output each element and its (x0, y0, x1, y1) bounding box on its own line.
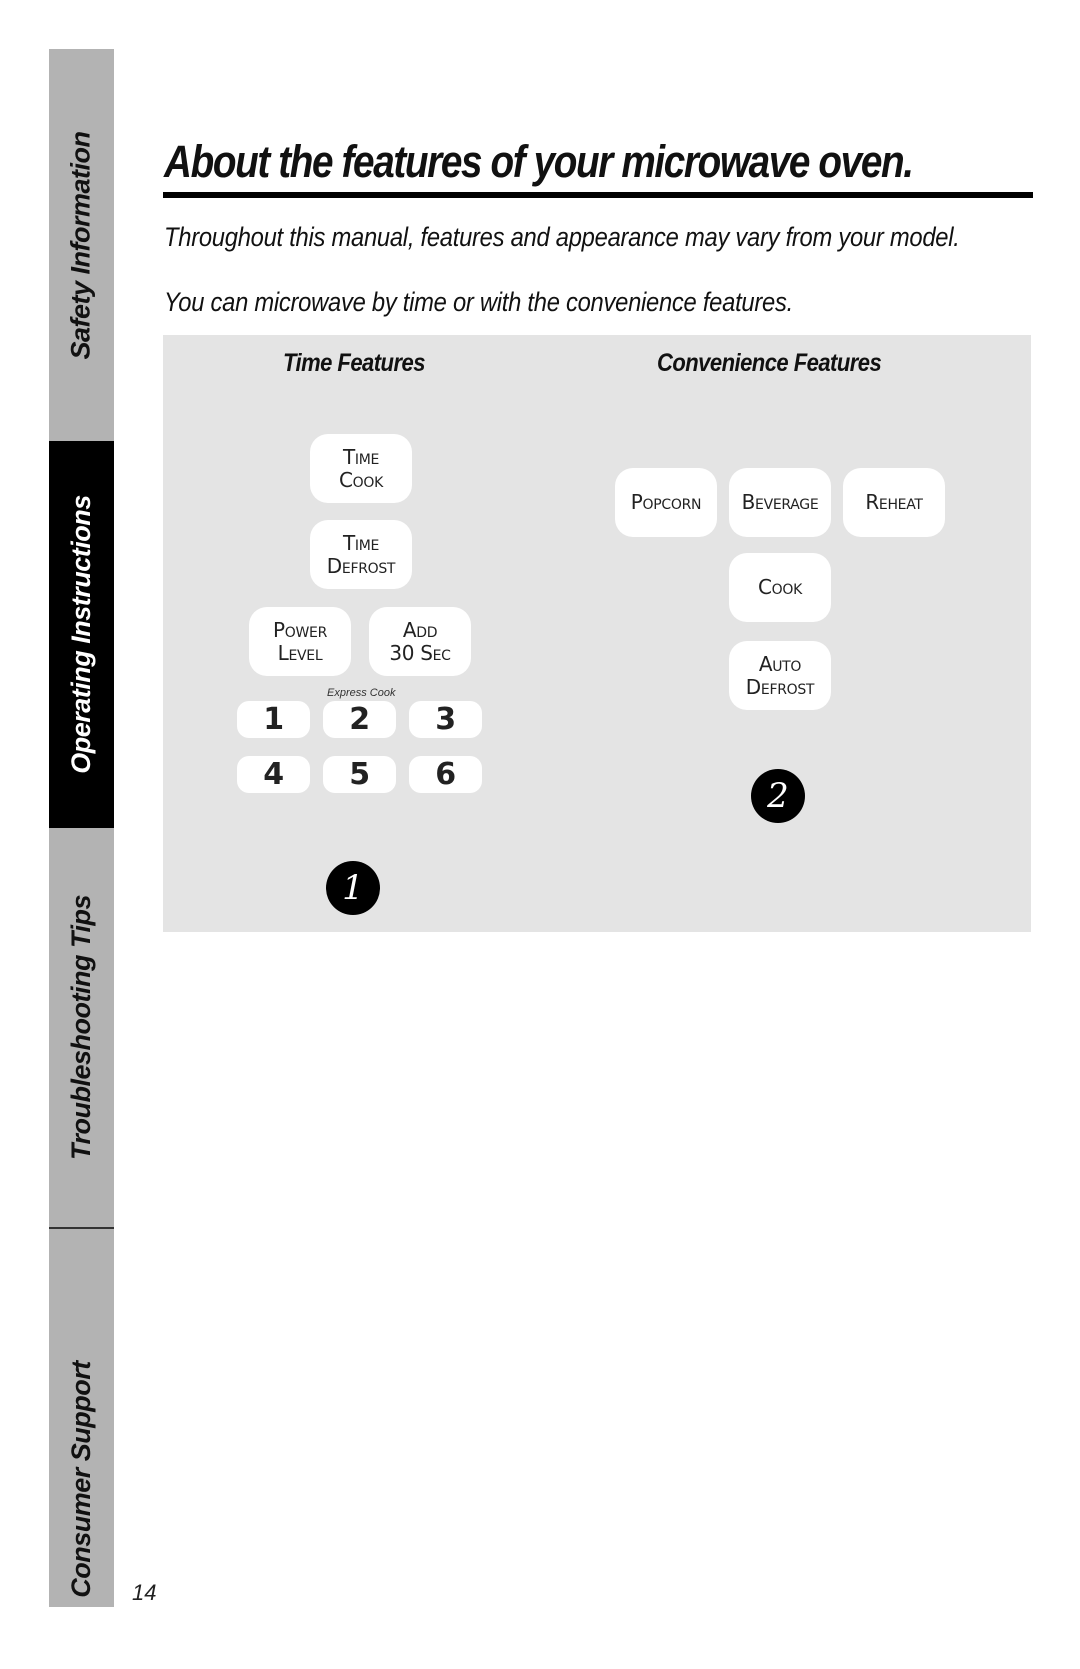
page-title: About the features of your microwave ove… (164, 136, 914, 187)
number-key-5[interactable]: 5 (323, 756, 396, 793)
reheat-button[interactable]: Reheat (843, 468, 945, 537)
intro-text-variation: Throughout this manual, features and app… (164, 222, 960, 252)
button-label-line: Cook (758, 575, 802, 599)
button-label-line: Reheat (865, 490, 923, 514)
button-label-line: Power (273, 617, 327, 642)
time-features-heading: Time Features (283, 349, 425, 377)
number-key-2[interactable]: 2 (323, 701, 396, 738)
sidebar-tab-label: Troubleshooting Tips (66, 894, 96, 1160)
auto-defrost-button[interactable]: Auto Defrost (729, 641, 831, 710)
button-label-line: Cook (339, 467, 383, 492)
button-label-line: Level (277, 640, 323, 665)
express-cook-label: Express Cook (327, 687, 396, 699)
number-key-3[interactable]: 3 (409, 701, 482, 738)
number-key-6[interactable]: 6 (409, 756, 482, 793)
beverage-button[interactable]: Beverage (729, 468, 831, 537)
time-cook-button[interactable]: Time Cook (310, 434, 412, 503)
callout-number-1-icon: 1 (326, 861, 380, 915)
convenience-features-heading: Convenience Features (657, 349, 882, 377)
sidebar-tab-safety-information[interactable]: Safety Information (49, 49, 114, 441)
title-divider (163, 192, 1033, 198)
sidebar-tab-label: Consumer Support (66, 1360, 97, 1598)
sidebar-tab-consumer-support[interactable]: Consumer Support (49, 1227, 114, 1609)
time-defrost-button[interactable]: Time Defrost (310, 520, 412, 589)
sidebar-tab-label: Operating Instructions (66, 495, 96, 774)
number-key-4[interactable]: 4 (237, 756, 310, 793)
page-number: 14 (132, 1580, 157, 1605)
button-label-line: Time (342, 530, 380, 555)
button-label-line: Add (402, 617, 438, 642)
button-label-line: Beverage (741, 490, 819, 514)
button-label-line: 30 Sec (389, 640, 451, 665)
button-label-line: Auto (758, 651, 802, 676)
button-label-line: Defrost (745, 674, 815, 699)
control-panel-illustration: Time Features Convenience Features Time … (163, 335, 1031, 932)
button-label-line: Time (342, 444, 380, 469)
intro-text-modes: You can microwave by time or with the co… (164, 287, 793, 317)
add-30-sec-button[interactable]: Add 30 Sec (369, 607, 471, 676)
popcorn-button[interactable]: Popcorn (615, 468, 717, 537)
sidebar-tab-troubleshooting-tips[interactable]: Troubleshooting Tips (49, 828, 114, 1226)
section-sidebar: Safety Information Operating Instruction… (49, 49, 114, 1607)
power-level-button[interactable]: Power Level (249, 607, 351, 676)
sidebar-tab-label: Safety Information (66, 130, 96, 360)
callout-number-2-icon: 2 (751, 769, 805, 823)
cook-button[interactable]: Cook (729, 553, 831, 622)
button-label-line: Popcorn (630, 490, 702, 514)
button-label-line: Defrost (326, 553, 396, 578)
number-key-1[interactable]: 1 (237, 701, 310, 738)
sidebar-tab-operating-instructions[interactable]: Operating Instructions (49, 441, 114, 828)
